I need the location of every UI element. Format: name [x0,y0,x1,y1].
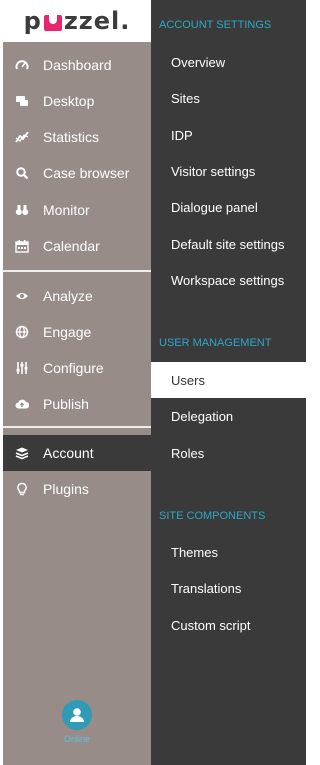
submenu-item-translations[interactable]: Translations [151,570,306,606]
app: p zzel. Dashboard Desktop Statistics Cas… [0,0,306,765]
sidebar-item-publish[interactable]: Publish [3,386,151,422]
submenu-item-default-site-settings[interactable]: Default site settings [151,226,306,262]
logo-text-right: zzel. [63,7,131,35]
speedometer-icon [15,58,29,72]
chat-bubble-icon [15,94,29,108]
submenu-item-visitor-settings[interactable]: Visitor settings [151,153,306,189]
submenu-item-workspace-settings[interactable]: Workspace settings [151,262,306,298]
sidebar-item-analyze[interactable]: Analyze [3,278,151,314]
sidebar-item-label: Dashboard [43,57,112,73]
brand-logo[interactable]: p zzel. [3,0,151,42]
binoculars-icon [15,203,29,217]
sidebar-item-label: Configure [43,360,104,376]
sidebar-item-label: Case browser [43,165,130,181]
account-submenu: Account settings Overview Sites IDP Visi… [151,0,306,765]
section-heading-user-management: User management [159,337,272,349]
logo-u-glyph [43,15,62,31]
calendar-icon [15,239,29,253]
sidebar-item-label: Publish [43,396,89,412]
submenu-item-overview[interactable]: Overview [151,44,306,80]
submenu-item-custom-script[interactable]: Custom script [151,607,306,643]
cloud-upload-icon [15,397,29,411]
line-chart-icon [15,130,29,144]
sidebar-item-calendar[interactable]: Calendar [3,228,151,264]
globe-icon [15,325,29,339]
sidebar-item-label: Calendar [43,238,100,254]
submenu-item-users[interactable]: Users [151,362,306,398]
sidebar-divider [3,426,151,428]
sidebar-item-statistics[interactable]: Statistics [3,119,151,155]
eye-icon [15,289,29,303]
submenu-item-delegation[interactable]: Delegation [151,398,306,434]
user-icon[interactable] [62,700,92,730]
sidebar-item-account[interactable]: Account [3,435,151,471]
logo-text-left: p [23,7,42,35]
sidebar-item-label: Desktop [43,93,95,109]
sidebar-item-monitor[interactable]: Monitor [3,192,151,228]
section-heading-account-settings: Account settings [159,19,272,31]
sidebar-item-dashboard[interactable]: Dashboard [3,47,151,83]
sidebar-divider [3,270,151,272]
sidebar-item-label: Account [43,445,94,461]
sidebar-item-desktop[interactable]: Desktop [3,83,151,119]
lightbulb-icon [15,482,29,496]
sliders-icon [15,361,29,375]
sidebar-item-case-browser[interactable]: Case browser [3,155,151,191]
submenu-item-dialogue-panel[interactable]: Dialogue panel [151,189,306,225]
user-profile[interactable]: Online [3,700,151,760]
main-sidebar: p zzel. Dashboard Desktop Statistics Cas… [3,0,151,765]
sidebar-item-plugins[interactable]: Plugins [3,471,151,507]
sidebar-item-label: Engage [43,324,92,340]
submenu-item-sites[interactable]: Sites [151,80,306,116]
search-icon [15,166,29,180]
section-heading-site-components: Site components [159,510,266,522]
submenu-item-idp[interactable]: IDP [151,117,306,153]
submenu-item-themes[interactable]: Themes [151,534,306,570]
sidebar-item-label: Plugins [43,481,89,497]
logo-wordmark: p zzel. [24,7,131,35]
sidebar-item-configure[interactable]: Configure [3,350,151,386]
sidebar-item-label: Monitor [43,202,90,218]
sidebar-item-engage[interactable]: Engage [3,314,151,350]
layers-icon [15,446,29,460]
user-status: Online [63,734,90,744]
sidebar-item-label: Statistics [43,129,100,145]
submenu-item-roles[interactable]: Roles [151,435,306,471]
sidebar-item-label: Analyze [43,288,93,304]
